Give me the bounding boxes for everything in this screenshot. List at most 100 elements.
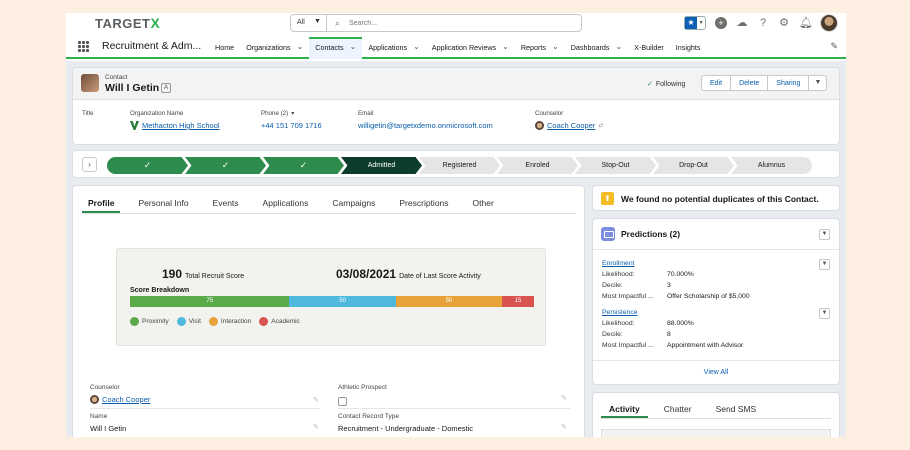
tab-campaigns[interactable]: Campaigns	[332, 194, 375, 213]
detail-counselor-link[interactable]: Coach Cooper	[102, 395, 150, 404]
path-stage-complete-2[interactable]: ✓	[185, 157, 266, 174]
score-breakdown-label: Score Breakdown	[130, 287, 190, 294]
nav-item-application-reviews[interactable]: Application Reviews ⌄	[426, 37, 515, 59]
path-stage-registered[interactable]: Registered	[419, 157, 500, 174]
chevron-down-icon[interactable]: ⌄	[552, 43, 559, 59]
view-all-link[interactable]: View All	[593, 360, 839, 384]
detail-athletic-prospect: Athletic Prospect	[338, 384, 387, 406]
tab-prescriptions[interactable]: Prescriptions	[399, 194, 448, 213]
nav-item-insights[interactable]: Insights	[670, 37, 707, 59]
path-stage-stop-out[interactable]: Stop-Out	[575, 157, 656, 174]
path-stage-alumnus[interactable]: Alumnus	[731, 157, 812, 174]
global-actions: ★ ▾ + ☁ ? ⚙ 🔔︎	[684, 14, 838, 32]
phone-link[interactable]: +44 151 709 1716	[261, 121, 322, 130]
phone-dropdown-icon[interactable]: ▾	[291, 110, 294, 117]
nav-item-home[interactable]: Home	[209, 37, 240, 59]
following-button[interactable]: ✓ Following	[647, 80, 685, 88]
settings-gear-icon[interactable]: ⚙	[778, 17, 790, 29]
detail-record-type: Contact Record Type Recruitment - Underg…	[338, 413, 474, 433]
divider	[90, 408, 320, 409]
chevron-down-icon[interactable]: ⌄	[502, 43, 509, 59]
tab-applications[interactable]: Applications	[263, 194, 309, 213]
legend-dot-icon	[130, 317, 139, 326]
nav-item-organizations[interactable]: Organizations ⌄	[240, 37, 309, 59]
hierarchy-icon[interactable]: A	[161, 83, 171, 93]
more-actions-button[interactable]: ▼	[809, 75, 828, 91]
prediction-enrollment-link[interactable]: Enrollment	[602, 260, 635, 267]
search-input[interactable]	[349, 17, 569, 29]
edit-pencil-icon[interactable]: ✎	[561, 394, 567, 402]
nav-item-applications[interactable]: Applications ⌄	[362, 37, 425, 59]
tab-personal-info[interactable]: Personal Info	[138, 194, 188, 213]
edit-nav-pencil-icon[interactable]: ✎	[830, 41, 838, 52]
caret-down-icon: ▼	[314, 18, 321, 25]
chevron-down-icon[interactable]: ⌄	[297, 43, 304, 59]
chevron-down-icon: ▼	[814, 79, 822, 86]
organization-field: Organization Name Methacton High School	[130, 110, 220, 130]
trailhead-icon[interactable]: ☁	[736, 17, 748, 29]
nav-item-contacts[interactable]: Contacts ⌄	[309, 37, 363, 59]
edit-button[interactable]: Edit	[701, 75, 732, 91]
activity-card: Activity Chatter Send SMS	[592, 392, 840, 437]
tab-activity[interactable]: Activity	[601, 399, 648, 418]
activity-composer[interactable]	[601, 429, 831, 437]
notifications-bell-icon[interactable]: 🔔︎	[799, 17, 813, 29]
organization-link[interactable]: Methacton High School	[142, 121, 220, 130]
tab-chatter[interactable]: Chatter	[656, 399, 700, 418]
path-expand-chevron-icon[interactable]: ›	[82, 157, 97, 172]
path-stage-complete-3[interactable]: ✓	[263, 157, 344, 174]
edit-pencil-icon[interactable]: ✎	[561, 423, 567, 431]
edit-pencil-icon[interactable]: ✎	[313, 396, 319, 404]
predictions-menu-chevron-icon[interactable]: ▼	[819, 229, 830, 240]
duplicate-alert-icon: ⬆	[601, 192, 614, 205]
object-label: Contact	[105, 74, 128, 81]
tab-other[interactable]: Other	[473, 194, 494, 213]
targetx-logo[interactable]: TARGETX	[95, 15, 160, 31]
search-scope-select[interactable]: All ▼	[291, 15, 327, 31]
favorites-button[interactable]: ★ ▾	[684, 16, 706, 30]
nav-item-dashboards[interactable]: Dashboards ⌄	[565, 37, 628, 59]
path-stage-drop-out[interactable]: Drop-Out	[653, 157, 734, 174]
search-icon: ⌕	[335, 18, 341, 28]
path-stage-admitted[interactable]: Admitted	[341, 157, 422, 174]
record-header: Contact Will I Getin A ✓ Following Edit D…	[72, 67, 840, 145]
record-name: Will I Getin	[105, 82, 160, 94]
change-owner-icon[interactable]: ⇄	[598, 122, 603, 129]
legend-item-proximity: Proximity	[130, 317, 169, 326]
email-link[interactable]: willigetin@targetxdemo.onmicrosoft.com	[358, 121, 493, 130]
predictions-icon	[601, 227, 615, 241]
chevron-down-icon[interactable]: ⌄	[413, 43, 420, 59]
tab-profile[interactable]: Profile	[82, 194, 121, 213]
user-avatar[interactable]	[820, 14, 838, 32]
score-segment-proximity: 75	[130, 296, 290, 307]
delete-button[interactable]: Delete	[731, 75, 769, 91]
chevron-down-icon[interactable]: ⌄	[615, 43, 622, 59]
add-icon[interactable]: +	[715, 17, 727, 29]
edit-pencil-icon[interactable]: ✎	[313, 423, 319, 431]
divider	[338, 408, 570, 409]
help-icon[interactable]: ?	[757, 17, 769, 29]
tab-events[interactable]: Events	[213, 194, 239, 213]
nav-item-x-builder[interactable]: X-Builder	[628, 37, 670, 59]
sharing-button[interactable]: Sharing	[768, 75, 810, 91]
app-launcher-icon[interactable]	[78, 41, 89, 52]
predictions-title: Predictions (2)	[621, 229, 681, 239]
tab-send-sms[interactable]: Send SMS	[708, 399, 765, 418]
counselor-link[interactable]: Coach Cooper	[547, 121, 595, 130]
global-header: TARGETX All▼ ⌕ ★▾ + ☁ ? ⚙ 🔔︎	[66, 13, 846, 35]
athletic-prospect-checkbox[interactable]	[338, 397, 347, 406]
prediction-row-menu-icon[interactable]: ▼	[819, 308, 830, 319]
profile-tabs: Profile Personal Info Events Applications Ca…	[82, 194, 576, 214]
app-navigation: Recruitment & Adm... Home Organizations ⌄ C…	[66, 37, 846, 59]
chevron-down-icon[interactable]: ⌄	[350, 43, 357, 59]
prediction-persistence-link[interactable]: Persistence	[602, 309, 638, 316]
path-stages: ✓ ✓ ✓ Admitted Registered Enroled Stop-Out Drop…	[107, 157, 812, 174]
star-icon: ★	[685, 17, 697, 29]
path-stage-complete-1[interactable]: ✓	[107, 157, 188, 174]
nav-items: Home Organizations ⌄ Contacts ⌄ Applications ⌄…	[209, 37, 707, 59]
email-field: Email willigetin@targetxdemo.onmicrosoft…	[358, 110, 493, 130]
prediction-row-menu-icon[interactable]: ▼	[819, 259, 830, 270]
nav-item-reports[interactable]: Reports ⌄	[515, 37, 565, 59]
counselor-field: Counselor Coach Cooper ⇄	[535, 110, 604, 130]
path-stage-enroled[interactable]: Enroled	[497, 157, 578, 174]
